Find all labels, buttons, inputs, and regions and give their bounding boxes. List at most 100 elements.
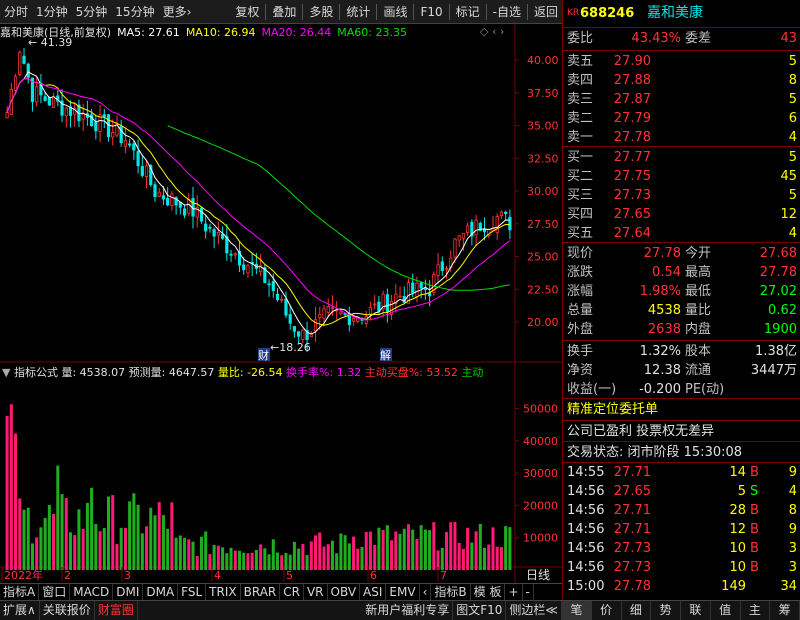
stat-value: 4538 (647, 303, 681, 318)
volume-bar (22, 509, 26, 570)
candle-body (111, 132, 115, 138)
indicator-tab-11[interactable]: ASI (360, 584, 387, 600)
volume-bar (216, 545, 220, 570)
stat2-row: 净资 12.38 流通 3447万 (563, 361, 800, 380)
volume-bar (267, 554, 271, 570)
order-banner[interactable]: 精准定位委托单 (567, 400, 658, 419)
ask-price: 27.79 (613, 111, 651, 126)
volume-bar (402, 528, 406, 570)
indicator-tab-1[interactable]: 窗口 (39, 584, 71, 600)
indicator-tabs: 指标A 窗口 MACD DMI DMA FSL TRIX BRAR CR VR OBV ASI EMV ‹… (0, 583, 562, 600)
indicator-tab-3[interactable]: DMI (113, 584, 144, 600)
panel-tab-2[interactable]: 细 (622, 601, 652, 620)
bid-label: 买五 (567, 226, 594, 241)
indicator-tab-14[interactable]: 指标B (431, 584, 471, 600)
bid-label: 买二 (567, 169, 594, 184)
ext-tab-5[interactable]: 侧边栏≪ (506, 601, 562, 620)
ext-tab-3[interactable]: 新用户福利专享 (362, 601, 454, 620)
indicator-tab-10[interactable]: OBV (328, 584, 361, 600)
candle-body (318, 314, 322, 319)
indicator-tab-8[interactable]: CR (280, 584, 304, 600)
xaxis-label: 2022年 (4, 568, 43, 582)
ma60-line (167, 125, 510, 291)
zhudong2-value: 主动 (461, 366, 484, 379)
ext-tab-2[interactable]: 财富圈 (95, 601, 138, 620)
bid-volume: 12 (780, 207, 797, 222)
candle-body (368, 307, 373, 315)
indicator-tab-12[interactable]: EMV (386, 584, 420, 600)
volume-bar (221, 547, 225, 570)
volume-bar (326, 544, 330, 570)
indicator-tab-9[interactable]: VR (304, 584, 328, 600)
stat-value: 0.62 (768, 303, 797, 318)
indicator-tab-5[interactable]: FSL (178, 584, 207, 600)
volume-bar (398, 533, 402, 570)
price-tick-label: 25.00 (527, 251, 559, 264)
panel-tab-1[interactable]: 价 (592, 601, 622, 620)
trade-row: 14:56 27.65 5 S 4 (563, 482, 800, 501)
xaxis-label: 6 (370, 569, 377, 582)
vol-tick-label: 20000 (523, 499, 558, 512)
trade-side: B (750, 465, 759, 480)
finance-marker[interactable]: 财 (258, 348, 269, 362)
volume-bar (284, 552, 288, 570)
ext-tab-1[interactable]: 关联报价 (40, 601, 95, 620)
panel-tab-4[interactable]: 联 (681, 601, 711, 620)
volume-bar (470, 542, 474, 570)
candle-body (322, 308, 326, 319)
volume-bar (314, 535, 318, 570)
panel-tab-5[interactable]: 值 (711, 601, 741, 620)
indicator-tab-17[interactable]: - (523, 584, 534, 600)
settings-icon[interactable]: ▼ (2, 366, 10, 379)
indicator-label[interactable]: 指标公式 (14, 366, 58, 379)
volume-bar (157, 502, 161, 570)
trade-time: 15:00 (567, 579, 605, 594)
volume-bar (166, 528, 170, 570)
panel-divider (563, 398, 800, 399)
volume-bar (322, 546, 326, 570)
indicator-tab-13[interactable]: ‹ (420, 584, 432, 600)
candle-body (275, 293, 280, 301)
volume-bar (428, 530, 432, 570)
trade-side: B (750, 541, 759, 556)
stat2-label: PE(动) (685, 382, 725, 397)
indicator-tab-4[interactable]: DMA (143, 584, 179, 600)
xaxis-label: 3 (124, 569, 131, 582)
candle-body (474, 219, 478, 236)
kline-chart[interactable]: 40.00 37.50 35.00 32.50 30.00 27.50 25.00 22.50… (0, 0, 562, 583)
volume-bar (292, 541, 296, 570)
candle-body (35, 86, 39, 103)
ext-tab-0[interactable]: 扩展∧ (0, 601, 40, 620)
panel-tab-3[interactable]: 势 (651, 601, 681, 620)
indicator-tab-16[interactable]: + (505, 584, 523, 600)
candle-body (504, 211, 508, 214)
trade-side: S (750, 484, 759, 499)
volume-bar (377, 527, 381, 570)
panel-tab-7[interactable]: 筹 (770, 601, 800, 620)
ma5-line (6, 71, 510, 335)
extension-tabs: 扩展∧ 关联报价 财富圈 新用户福利专享 图文F10 侧边栏≪ (0, 600, 562, 620)
stat-label: 最高 (685, 265, 712, 280)
panel-tab-0[interactable]: 笔 (562, 601, 592, 620)
bid-price: 27.64 (613, 226, 651, 241)
ext-tab-4[interactable]: 图文F10 (453, 601, 507, 620)
trade-side: B (750, 560, 759, 575)
indicator-tab-6[interactable]: TRIX (206, 584, 241, 600)
price-tick-label: 30.00 (527, 185, 559, 198)
indicator-tab-7[interactable]: BRAR (241, 584, 281, 600)
candle-body (102, 114, 106, 117)
panel-tab-6[interactable]: 主 (741, 601, 771, 620)
volume-bar (140, 533, 144, 570)
stat-row: 现价 27.78 今开 27.68 (563, 244, 800, 263)
indicator-tab-0[interactable]: 指标A (0, 584, 40, 600)
volume-bar (495, 546, 499, 570)
panel-divider (563, 340, 800, 341)
unlock-marker[interactable]: 解 (380, 348, 391, 362)
trade-price: 27.71 (613, 522, 651, 537)
weicha-label: 委差 (685, 31, 712, 46)
indicator-tab-2[interactable]: MACD (70, 584, 114, 600)
candle-body (326, 306, 330, 313)
period-label[interactable]: 日线 (526, 568, 550, 582)
indicator-tab-15[interactable]: 模 板 (471, 584, 506, 600)
ask-label: 卖三 (567, 92, 594, 107)
